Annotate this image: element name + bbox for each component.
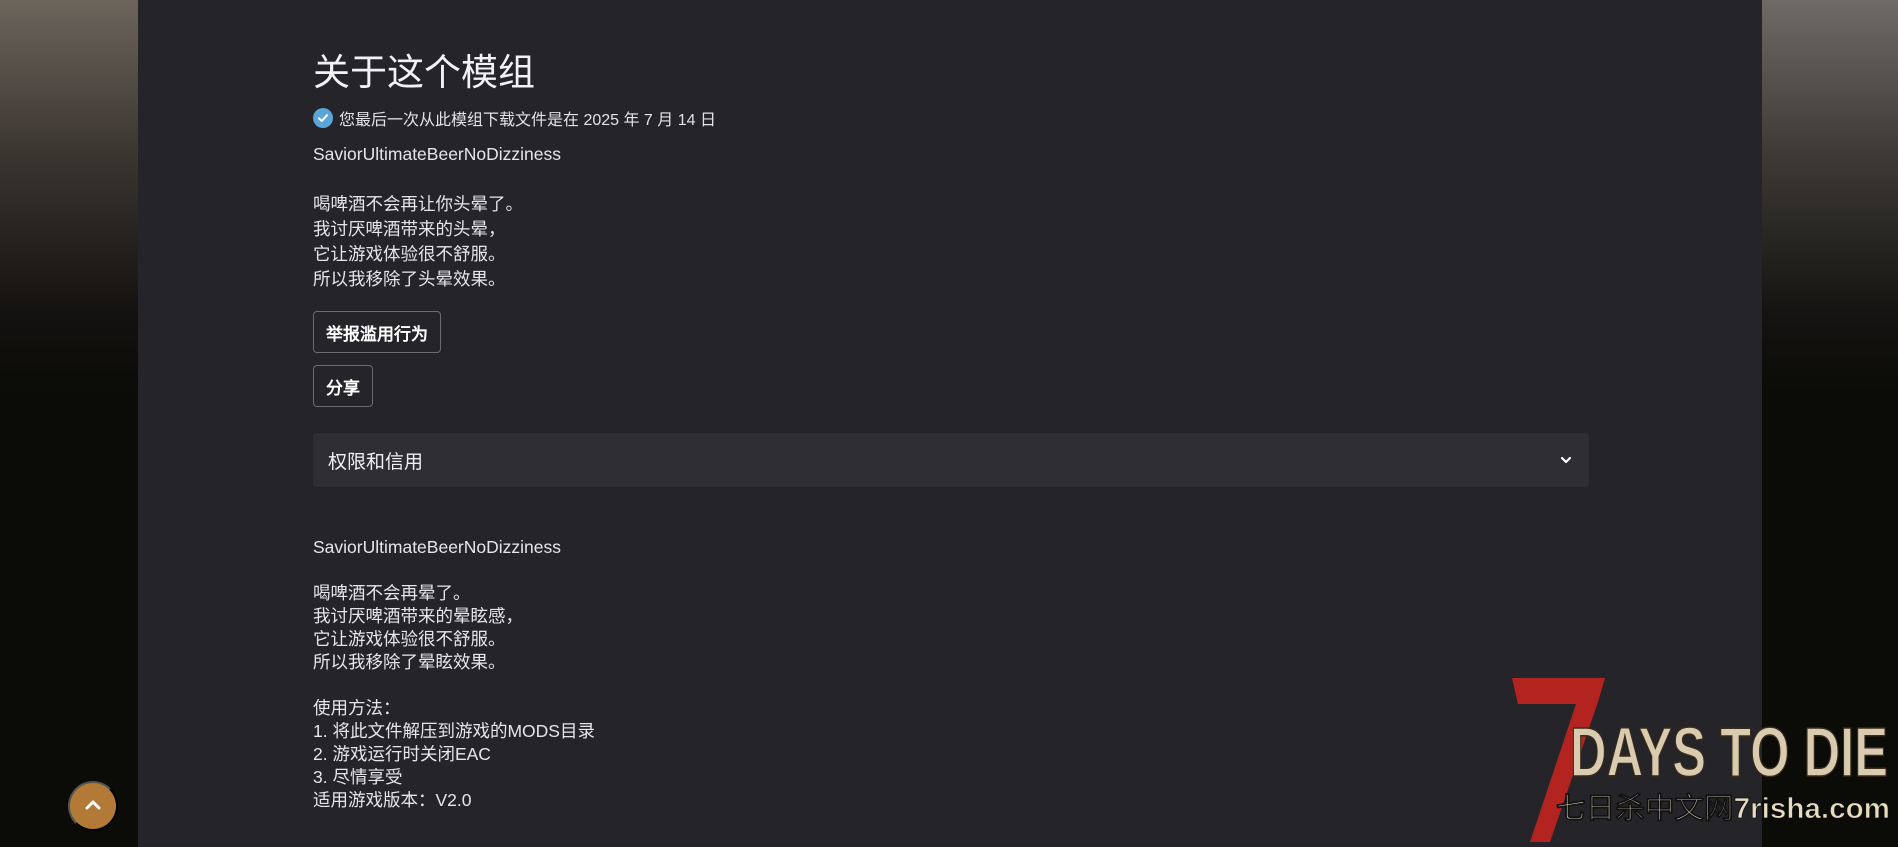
description-line: 所以我移除了头晕效果。 — [313, 269, 506, 289]
7-days-to-die-watermark-logo: DAYS TO DIE 七日杀中文网7risha.com — [1510, 676, 1894, 844]
description-line: 我讨厌啤酒带来的头晕， — [313, 219, 506, 239]
usage-step: 1. 将此文件解压到游戏的MODS目录 — [313, 721, 595, 741]
back-to-top-button[interactable] — [68, 781, 118, 831]
description-line: 喝啤酒不会再让你头晕了。 — [313, 194, 523, 214]
page-title: 关于这个模组 — [313, 52, 535, 93]
description-line: 它让游戏体验很不舒服。 — [313, 244, 506, 264]
watermark-site-text: 七日杀中文网7risha.com — [1556, 791, 1890, 825]
mod-name: SaviorUltimateBeerNoDizziness — [313, 537, 561, 557]
download-status-text: 您最后一次从此模组下载文件是在 2025 年 7 月 14 日 — [339, 112, 716, 129]
usage-step: 3. 尽情享受 — [313, 767, 403, 787]
report-abuse-button[interactable]: 举报滥用行为 — [313, 311, 441, 353]
description-line: 它让游戏体验很不舒服。 — [313, 629, 506, 649]
background-art-left — [0, 0, 138, 390]
game-version: 适用游戏版本：V2.0 — [313, 790, 472, 810]
description-line: 我讨厌啤酒带来的晕眩感， — [313, 606, 523, 626]
accordion-label: 权限和信用 — [328, 451, 424, 473]
description-block: SaviorUltimateBeerNoDizziness 喝啤酒不会再让你头晕… — [313, 142, 561, 292]
description-line: 喝啤酒不会再晕了。 — [313, 583, 471, 603]
background-art-right — [1762, 0, 1898, 390]
usage-title: 使用方法： — [313, 698, 401, 718]
share-button[interactable]: 分享 — [313, 365, 373, 407]
usage-step: 2. 游戏运行时关闭EAC — [313, 744, 491, 764]
description-line: 所以我移除了晕眩效果。 — [313, 652, 506, 672]
translated-description-block: SaviorUltimateBeerNoDizziness 喝啤酒不会再晕了。 … — [313, 536, 595, 812]
chevron-up-icon — [82, 794, 104, 819]
permissions-credits-accordion[interactable]: 权限和信用 — [313, 433, 1589, 487]
check-circle-icon — [313, 108, 333, 128]
download-status: 您最后一次从此模组下载文件是在 2025 年 7 月 14 日 — [313, 106, 716, 130]
svg-text:DAYS TO DIE: DAYS TO DIE — [1570, 713, 1888, 791]
chevron-down-icon — [1559, 453, 1573, 467]
mod-name: SaviorUltimateBeerNoDizziness — [313, 144, 561, 164]
